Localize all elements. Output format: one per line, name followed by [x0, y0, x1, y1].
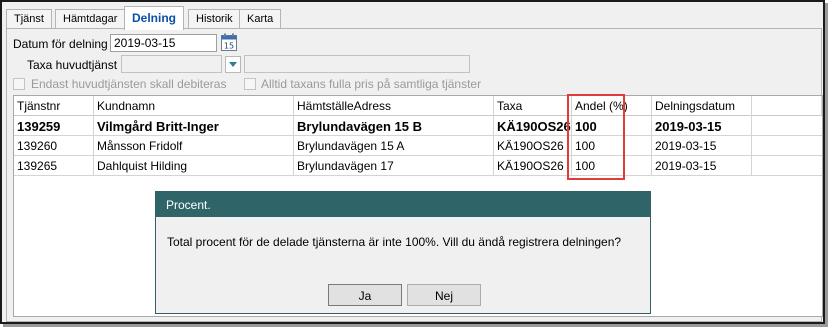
dialog-message: Total procent för de delade tjänsterna ä…: [167, 235, 622, 249]
col-empty: [752, 96, 822, 116]
col-delningsdatum[interactable]: Delningsdatum: [652, 96, 752, 116]
col-tjanstnr[interactable]: Tjänstnr: [14, 96, 94, 116]
taxa-dropdown-button[interactable]: [225, 56, 241, 73]
cell-tjanstnr: 139259: [14, 116, 94, 136]
grid-header: Tjänstnr Kundnamn HämtställeAdress Taxa …: [14, 96, 822, 116]
cell-taxa: KÄ190OS26: [494, 136, 572, 156]
chevron-down-icon: [229, 62, 237, 67]
cell-kundnamn: Dahlquist Hilding: [94, 156, 294, 176]
table-row[interactable]: 139265 Dahlquist Hilding Brylundavägen 1…: [14, 156, 822, 176]
col-hamtstalleadress[interactable]: HämtställeAdress: [294, 96, 494, 116]
procent-dialog: Procent. Total procent för de delade tjä…: [155, 191, 651, 314]
cell-kundnamn: Månsson Fridolf: [94, 136, 294, 156]
cell-kundnamn: Vilmgård Britt-Inger: [94, 116, 294, 136]
taxa-label: Taxa huvudtjänst: [27, 58, 118, 72]
cell-tjanstnr: 139260: [14, 136, 94, 156]
tab-historik[interactable]: Historik: [188, 9, 241, 29]
datum-input[interactable]: 2019-03-15: [110, 34, 217, 52]
cell-adress: Brylundavägen 15 A: [294, 136, 494, 156]
taxa-description-field: [244, 55, 470, 73]
tab-hamtdagar[interactable]: Hämtdagar: [55, 9, 126, 29]
tab-delning[interactable]: Delning: [124, 6, 184, 30]
cell-taxa: KÄ190OS26: [494, 116, 572, 136]
endast-huvudtjanst-label: Endast huvudtjänsten skall debiteras: [31, 77, 227, 91]
cell-adress: Brylundavägen 17: [294, 156, 494, 176]
table-row[interactable]: 139260 Månsson Fridolf Brylundavägen 15 …: [14, 136, 822, 156]
cell-delningsdatum: 2019-03-15: [652, 116, 752, 136]
calendar-day: 15: [224, 42, 234, 51]
cell-delningsdatum: 2019-03-15: [652, 156, 752, 176]
dialog-title: Procent.: [156, 192, 650, 217]
tab-strip: Tjänst Hämtdagar Delning Historik Karta: [6, 5, 822, 30]
cell-tjanstnr: 139265: [14, 156, 94, 176]
no-button[interactable]: Nej: [407, 284, 481, 306]
cell-adress: Brylundavägen 15 B: [294, 116, 494, 136]
cell-taxa: KÄ190OS26: [494, 156, 572, 176]
andel-highlight-box: [567, 94, 625, 180]
tab-karta[interactable]: Karta: [239, 9, 282, 29]
alltid-fulla-pris-label: Alltid taxans fulla pris på samtliga tjä…: [261, 77, 482, 91]
taxa-input[interactable]: [121, 55, 222, 73]
col-taxa[interactable]: Taxa: [494, 96, 572, 116]
yes-button[interactable]: Ja: [328, 284, 402, 306]
table-row[interactable]: 139259 Vilmgård Britt-Inger Brylundaväge…: [14, 116, 822, 136]
calendar-icon[interactable]: 15: [221, 33, 237, 51]
tab-tjanst[interactable]: Tjänst: [6, 9, 52, 29]
endast-huvudtjanst-checkbox[interactable]: [13, 78, 25, 90]
datum-label: Datum för delning: [13, 37, 108, 51]
cell-delningsdatum: 2019-03-15: [652, 136, 752, 156]
alltid-fulla-pris-checkbox[interactable]: [244, 78, 256, 90]
window-frame: Tjänst Hämtdagar Delning Historik Karta …: [0, 0, 825, 324]
col-kundnamn[interactable]: Kundnamn: [94, 96, 294, 116]
